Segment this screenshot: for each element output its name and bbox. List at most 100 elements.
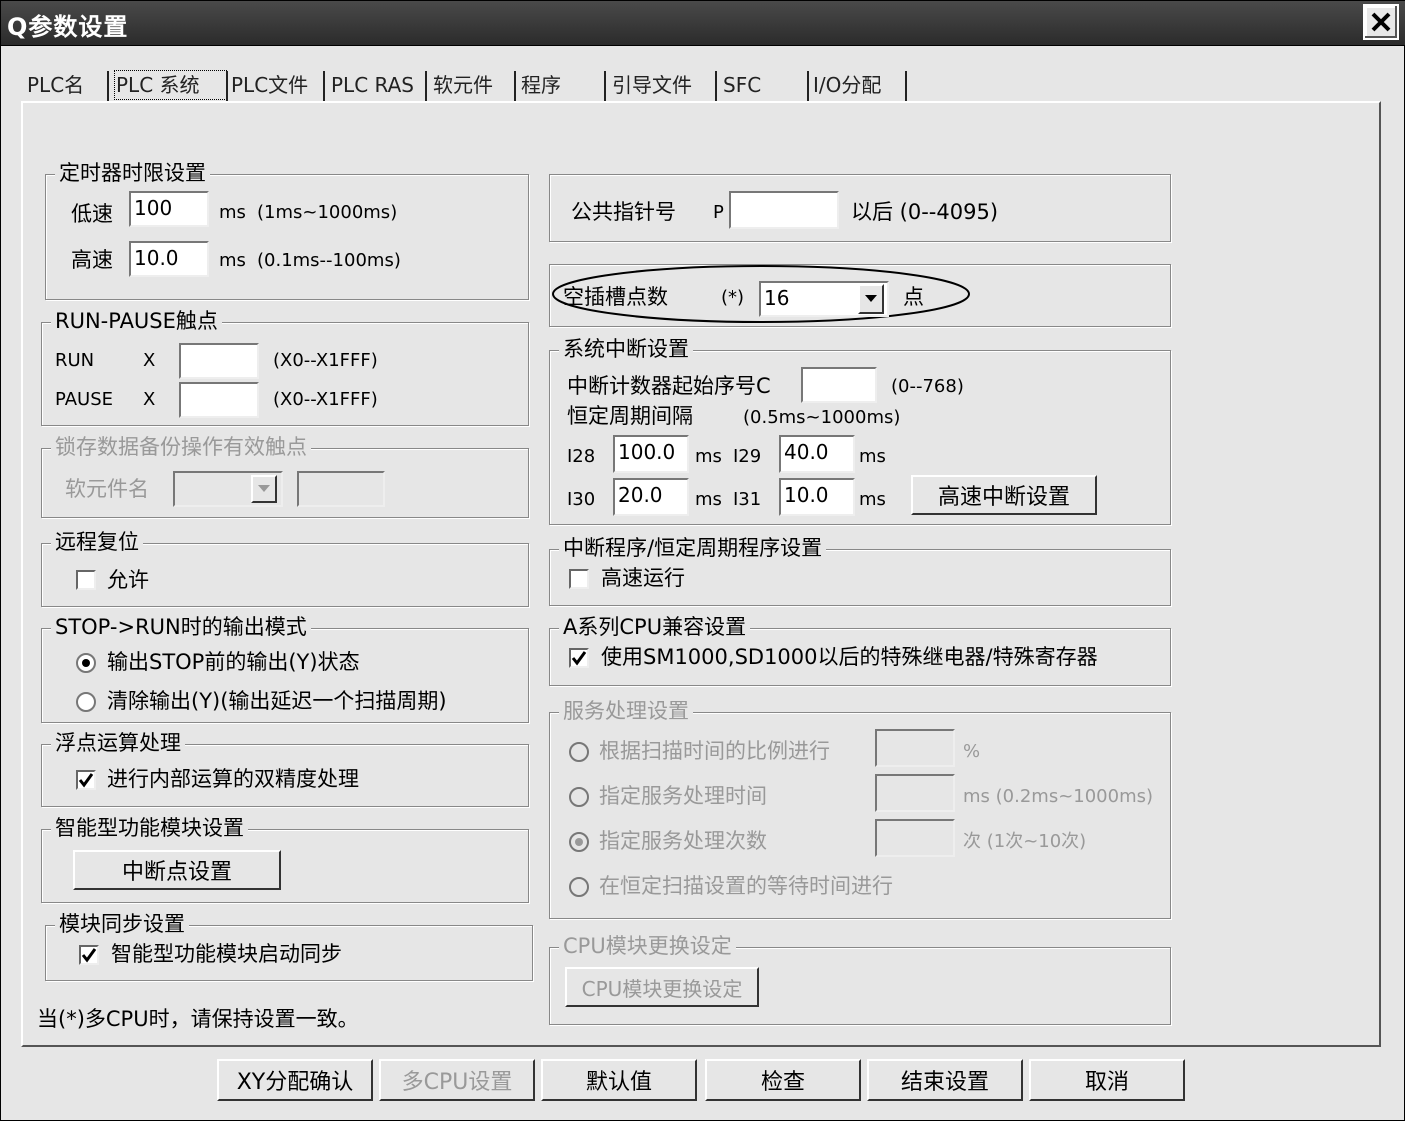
allow-remote-reset-checkbox[interactable] (76, 570, 96, 590)
i29-unit: ms (859, 446, 886, 467)
period-interval-range: (0.5ms~1000ms) (743, 407, 901, 428)
wait-time-radio[interactable] (569, 877, 589, 897)
a-series-compat-label: 使用SM1000,SD1000以后的特殊继电器/特殊寄存器 (601, 645, 1098, 669)
window-title: Q参数设置 (7, 13, 129, 41)
service-count-unit: 次 (1次~10次) (963, 831, 1087, 852)
module-sync-group-title: 模块同步设置 (55, 911, 189, 937)
allow-label: 允许 (107, 568, 149, 592)
checkmark-icon (571, 651, 587, 666)
timer-group-title: 定时器时限设置 (55, 160, 210, 186)
run-range: (X0--X1FFF) (273, 350, 378, 371)
empty-slot-dropdown[interactable] (858, 284, 884, 314)
low-speed-range: (1ms~1000ms) (257, 202, 398, 223)
device-number-input[interactable] (297, 471, 385, 507)
i30-unit: ms (695, 489, 722, 510)
cpu-replace-button[interactable]: CPU模块更换设定 (565, 967, 759, 1007)
radio-dot (82, 659, 90, 667)
sync-startup-checkbox[interactable] (79, 945, 99, 965)
tab-separator (715, 71, 717, 101)
end-settings-button[interactable]: 结束设置 (867, 1059, 1023, 1101)
i28-unit: ms (695, 446, 722, 467)
pause-prefix: X (143, 389, 156, 410)
common-pointer-input[interactable] (729, 191, 839, 229)
double-precision-checkbox[interactable] (76, 770, 96, 790)
i29-label: I29 (733, 446, 762, 467)
pause-range: (X0--X1FFF) (273, 389, 378, 410)
low-speed-label: 低速 (71, 202, 113, 226)
service-time-radio[interactable] (569, 787, 589, 807)
service-count-label: 指定服务处理次数 (599, 829, 767, 853)
service-count-radio[interactable] (569, 832, 589, 852)
i31-unit: ms (859, 489, 886, 510)
i30-input[interactable]: 20.0 (613, 478, 689, 516)
a-series-group-title: A系列CPU兼容设置 (559, 614, 751, 640)
run-label: RUN (55, 350, 95, 371)
tab-separator (107, 71, 109, 101)
float-group-title: 浮点运算处理 (51, 730, 185, 756)
pause-contact-input[interactable] (179, 382, 259, 418)
output-before-stop-radio[interactable] (76, 653, 96, 673)
cpu-replace-group-title: CPU模块更换设定 (559, 933, 736, 959)
empty-slot-label: 空插槽点数 (563, 285, 668, 309)
scan-ratio-radio[interactable] (569, 742, 589, 762)
i31-label: I31 (733, 489, 762, 510)
tab-separator (514, 71, 516, 101)
close-button[interactable] (1363, 4, 1399, 40)
multi-cpu-settings-button[interactable]: 多CPU设置 (379, 1059, 535, 1101)
service-group-title: 服务处理设置 (559, 698, 693, 724)
timer-group (45, 174, 529, 300)
tab-plc-file[interactable]: PLC文件 (231, 69, 308, 101)
scan-ratio-unit: % (963, 741, 981, 762)
tab-separator (226, 71, 228, 101)
pointer-range: 以后 (0--4095) (851, 200, 999, 224)
high-speed-input[interactable]: 10.0 (129, 241, 209, 277)
tab-device[interactable]: 软元件 (433, 69, 493, 101)
title-bar: Q参数设置 (1, 1, 1405, 46)
empty-slot-marker: (*) (721, 287, 745, 308)
scan-ratio-input[interactable] (875, 729, 955, 767)
i28-label: I28 (567, 446, 596, 467)
tab-plc-ras[interactable]: PLC RAS (331, 69, 414, 101)
xy-assignment-button[interactable]: XY分配确认 (217, 1059, 373, 1101)
checkmark-icon (81, 948, 97, 963)
high-speed-unit: ms (219, 250, 246, 271)
tab-separator (323, 71, 325, 101)
i31-input[interactable]: 10.0 (779, 478, 855, 516)
clear-output-radio[interactable] (76, 692, 96, 712)
device-name-dropdown[interactable] (251, 475, 277, 503)
double-precision-label: 进行内部运算的双精度处理 (107, 767, 359, 791)
tab-plc-name[interactable]: PLC名 (27, 69, 84, 101)
default-button[interactable]: 默认值 (541, 1059, 697, 1101)
service-time-input[interactable] (875, 774, 955, 812)
period-interval-label: 恒定周期间隔 (567, 404, 693, 428)
tab-boot-file[interactable]: 引导文件 (612, 69, 692, 101)
run-contact-input[interactable] (179, 343, 259, 379)
tab-separator (425, 71, 427, 101)
tab-sfc[interactable]: SFC (723, 69, 761, 101)
i28-input[interactable]: 100.0 (613, 435, 689, 473)
interrupt-program-group-title: 中断程序/恒定周期程序设置 (559, 535, 827, 561)
service-count-input[interactable] (875, 819, 955, 857)
high-speed-range: (0.1ms--100ms) (257, 250, 401, 271)
tab-program[interactable]: 程序 (521, 69, 561, 101)
tab-io-assignment[interactable]: I/O分配 (813, 69, 881, 101)
high-speed-interrupt-button[interactable]: 高速中断设置 (911, 475, 1097, 515)
stop-run-group-title: STOP->RUN时的输出模式 (51, 614, 311, 640)
high-speed-label: 高速 (71, 248, 113, 272)
interrupt-counter-input[interactable] (801, 367, 877, 403)
tab-plc-system[interactable]: PLC 系统 (113, 69, 228, 101)
check-button[interactable]: 检查 (705, 1059, 861, 1101)
a-series-compat-checkbox[interactable] (569, 648, 589, 668)
dialog-window: Q参数设置 PLC名 PLC 系统 PLC文件 PLC RAS 软元件 程序 引… (0, 0, 1405, 1121)
i29-input[interactable]: 40.0 (779, 435, 855, 473)
empty-slot-unit: 点 (903, 285, 924, 309)
cancel-button[interactable]: 取消 (1029, 1059, 1185, 1101)
run-prefix: X (143, 350, 156, 371)
low-speed-unit: ms (219, 202, 246, 223)
interrupt-pointer-button[interactable]: 中断点设置 (73, 850, 281, 890)
high-speed-execution-checkbox[interactable] (569, 569, 589, 589)
high-speed-execution-label: 高速运行 (601, 566, 685, 590)
low-speed-input[interactable]: 100 (129, 191, 209, 227)
i30-label: I30 (567, 489, 596, 510)
pointer-prefix: P (713, 202, 724, 223)
